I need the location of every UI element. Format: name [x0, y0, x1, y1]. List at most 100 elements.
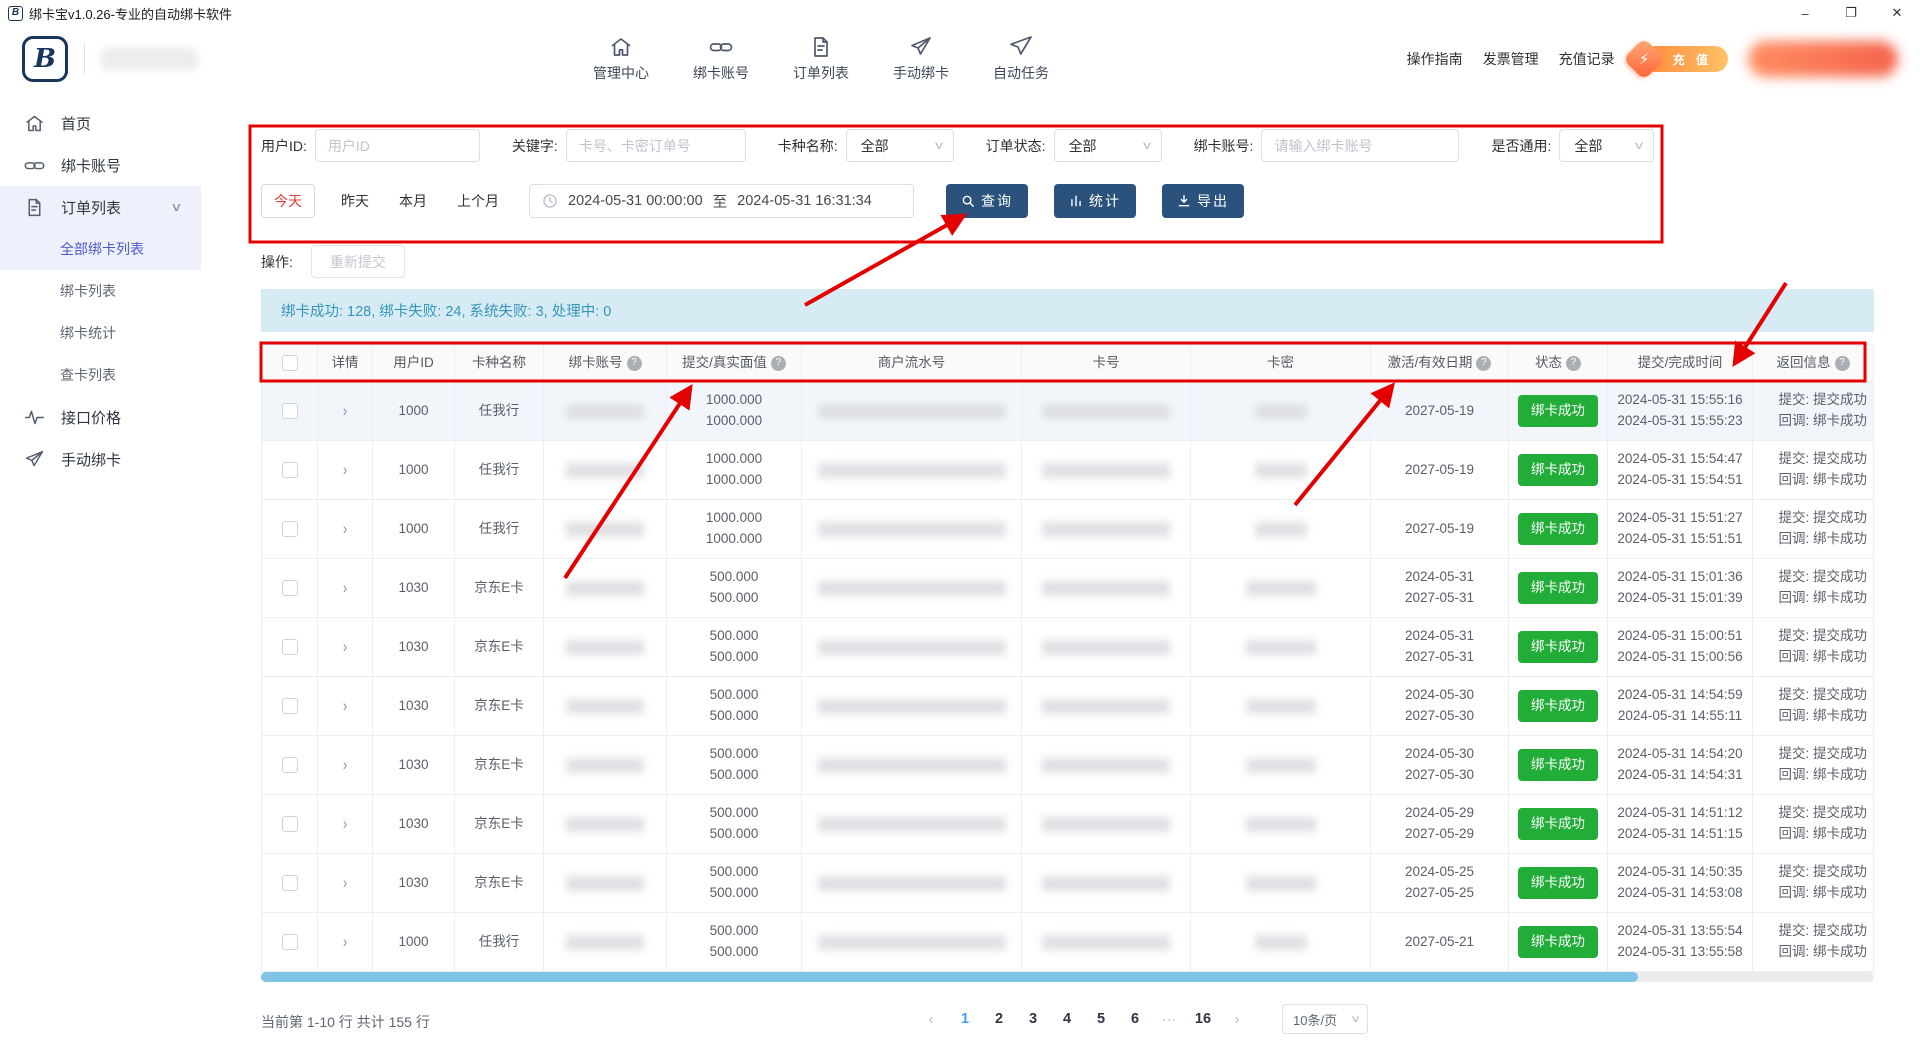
pagination-page-4[interactable]: 4: [1052, 1004, 1082, 1034]
quick-date-昨天[interactable]: 昨天: [341, 191, 369, 211]
return-info-line: 回调: 绑卡成功: [1778, 588, 1867, 609]
expand-row-icon[interactable]: ›: [343, 870, 347, 896]
face-value-cell: 500.000500.000: [667, 795, 802, 853]
nav-item-订单列表[interactable]: 订单列表: [792, 35, 850, 83]
card-type-select[interactable]: 全部 ∨: [846, 129, 954, 162]
row-checkbox[interactable]: [282, 580, 298, 596]
blurred-value: [818, 817, 1006, 832]
sidebar-item-label: 手动绑卡: [61, 449, 121, 470]
close-icon[interactable]: ✕: [1874, 0, 1920, 26]
user-id-input[interactable]: 用户ID: [315, 129, 480, 162]
pagination-page-5[interactable]: 5: [1086, 1004, 1116, 1034]
sidebar-item-label: 绑卡账号: [61, 155, 121, 176]
time-line: 2024-05-31 15:00:56: [1617, 647, 1742, 668]
quick-date-上个月[interactable]: 上个月: [457, 191, 499, 211]
order-status-select[interactable]: 全部 ∨: [1054, 129, 1162, 162]
help-icon[interactable]: ?: [771, 356, 786, 371]
pagination-prev[interactable]: ‹: [916, 1004, 946, 1034]
blurred-value: [566, 817, 644, 832]
maximize-icon[interactable]: ❐: [1828, 0, 1874, 26]
header-link-invoice[interactable]: 发票管理: [1483, 49, 1539, 69]
status-badge[interactable]: 绑卡成功: [1518, 395, 1598, 428]
pagination-page-1[interactable]: 1: [950, 1004, 980, 1034]
sidebar-item-接口价格[interactable]: 接口价格: [0, 396, 201, 438]
row-checkbox[interactable]: [282, 698, 298, 714]
status-badge[interactable]: 绑卡成功: [1518, 808, 1598, 841]
face-value-line: 500.000: [710, 824, 759, 845]
help-icon[interactable]: ?: [1476, 356, 1491, 371]
row-checkbox[interactable]: [282, 934, 298, 950]
sidebar-subitem-绑卡列表[interactable]: 绑卡列表: [0, 270, 201, 312]
expand-row-icon[interactable]: ›: [343, 811, 347, 837]
bind-account-input[interactable]: 请输入绑卡账号: [1261, 129, 1459, 162]
card-type-cell: 京东E卡: [455, 795, 544, 853]
status-badge[interactable]: 绑卡成功: [1518, 572, 1598, 605]
help-icon[interactable]: ?: [1835, 356, 1850, 371]
merchant-serial-cell-blurred: [802, 559, 1022, 617]
expand-row-icon[interactable]: ›: [343, 929, 347, 955]
universal-select[interactable]: 全部 ∨: [1559, 129, 1654, 162]
status-badge[interactable]: 绑卡成功: [1518, 749, 1598, 782]
sidebar-item-首页[interactable]: 首页: [0, 102, 201, 144]
sidebar-item-订单列表[interactable]: 订单列表∨: [0, 186, 201, 228]
expand-row-icon[interactable]: ›: [343, 693, 347, 719]
expand-row-icon[interactable]: ›: [343, 457, 347, 483]
row-checkbox[interactable]: [282, 757, 298, 773]
column-header-卡密: 卡密: [1191, 345, 1371, 381]
sidebar-subitem-查卡列表[interactable]: 查卡列表: [0, 354, 201, 396]
page-size-select[interactable]: 10条/页∨: [1282, 1004, 1368, 1034]
export-button[interactable]: 导出: [1162, 184, 1244, 218]
status-badge[interactable]: 绑卡成功: [1518, 926, 1598, 959]
status-badge[interactable]: 绑卡成功: [1518, 867, 1598, 900]
pagination-next[interactable]: ›: [1222, 1004, 1252, 1034]
pagination-page-6[interactable]: 6: [1120, 1004, 1150, 1034]
expand-row-icon[interactable]: ›: [343, 752, 347, 778]
scrollbar-thumb[interactable]: [261, 972, 1638, 982]
select-all-checkbox[interactable]: [282, 355, 298, 371]
row-checkbox[interactable]: [282, 403, 298, 419]
sidebar-item-手动绑卡[interactable]: 手动绑卡: [0, 438, 201, 480]
stats-button[interactable]: 统计: [1054, 184, 1136, 218]
help-icon[interactable]: ?: [1566, 356, 1581, 371]
status-badge[interactable]: 绑卡成功: [1518, 454, 1598, 487]
quick-date-本月[interactable]: 本月: [399, 191, 427, 211]
sidebar-subitem-全部绑卡列表[interactable]: 全部绑卡列表: [0, 228, 201, 270]
table-row: ›1000任我行1000.0001000.0002027-05-19绑卡成功20…: [261, 499, 1874, 558]
row-checkbox[interactable]: [282, 816, 298, 832]
status-badge[interactable]: 绑卡成功: [1518, 513, 1598, 546]
sidebar-item-绑卡账号[interactable]: 绑卡账号: [0, 144, 201, 186]
help-icon[interactable]: ?: [627, 356, 642, 371]
face-value-cell: 500.000500.000: [667, 854, 802, 912]
pagination-page-2[interactable]: 2: [984, 1004, 1014, 1034]
minimize-icon[interactable]: –: [1782, 0, 1828, 26]
expand-row-icon[interactable]: ›: [343, 634, 347, 660]
header-link-recharge-record[interactable]: 充值记录: [1559, 49, 1615, 69]
header-link-guide[interactable]: 操作指南: [1407, 49, 1463, 69]
row-checkbox[interactable]: [282, 639, 298, 655]
status-badge[interactable]: 绑卡成功: [1518, 631, 1598, 664]
nav-item-绑卡账号[interactable]: 绑卡账号: [692, 35, 750, 83]
status-badge[interactable]: 绑卡成功: [1518, 690, 1598, 723]
times-cell: 2024-05-31 15:54:472024-05-31 15:54:51: [1608, 441, 1753, 499]
card-type-cell: 任我行: [455, 913, 544, 971]
nav-item-手动绑卡[interactable]: 手动绑卡: [892, 35, 950, 83]
balance-button-blurred[interactable]: [1748, 41, 1898, 77]
sidebar-subitem-绑卡统计[interactable]: 绑卡统计: [0, 312, 201, 354]
nav-item-自动任务[interactable]: 自动任务: [992, 35, 1050, 83]
row-checkbox[interactable]: [282, 462, 298, 478]
horizontal-scrollbar[interactable]: [261, 972, 1874, 982]
pagination-page-3[interactable]: 3: [1018, 1004, 1048, 1034]
resubmit-button[interactable]: 重新提交: [311, 245, 405, 278]
expand-row-icon[interactable]: ›: [343, 398, 347, 424]
quick-date-今天[interactable]: 今天: [261, 184, 315, 218]
recharge-button[interactable]: ⚡ 充 值: [1643, 46, 1728, 72]
expand-row-icon[interactable]: ›: [343, 516, 347, 542]
keyword-input[interactable]: 卡号、卡密订单号: [566, 129, 746, 162]
row-checkbox[interactable]: [282, 521, 298, 537]
row-checkbox[interactable]: [282, 875, 298, 891]
query-button[interactable]: 查询: [946, 184, 1028, 218]
expand-row-icon[interactable]: ›: [343, 575, 347, 601]
nav-item-管理中心[interactable]: 管理中心: [592, 35, 650, 83]
pagination-page-16[interactable]: 16: [1188, 1004, 1218, 1034]
date-range-input[interactable]: 2024-05-31 00:00:00至2024-05-31 16:31:34: [529, 184, 914, 218]
